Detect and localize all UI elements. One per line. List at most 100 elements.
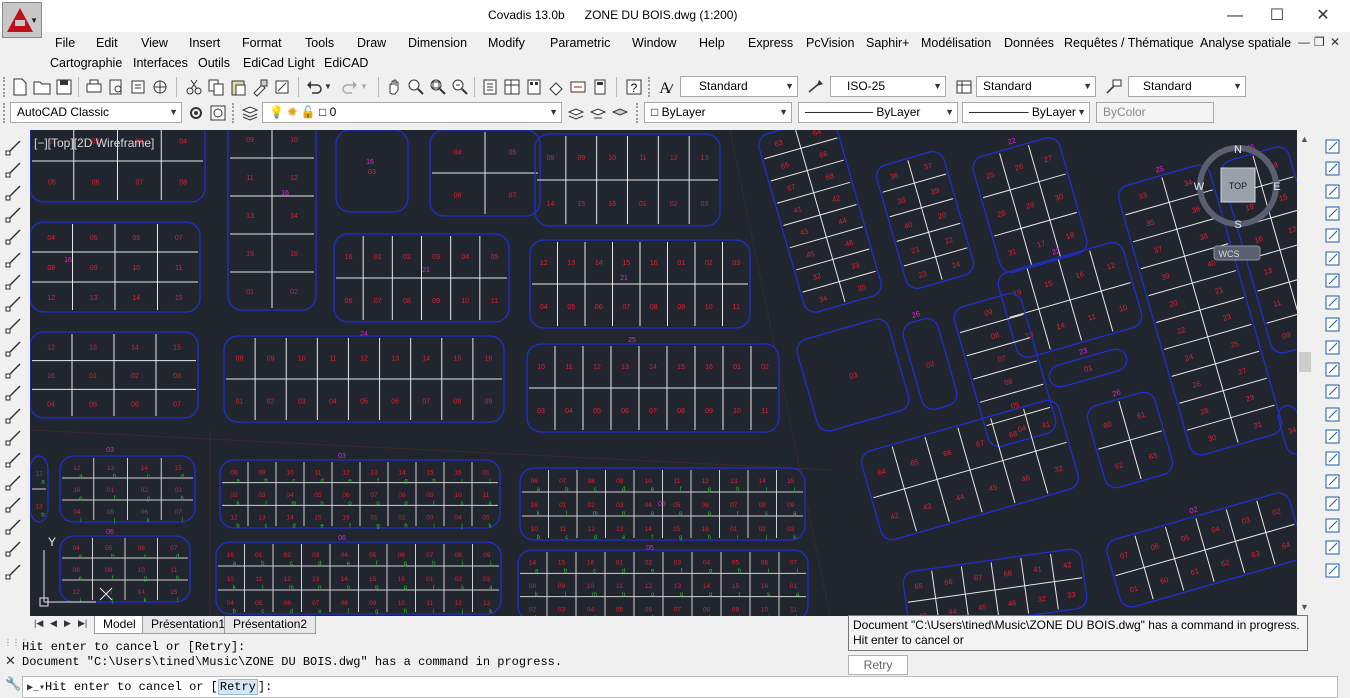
arc-icon[interactable] bbox=[3, 248, 25, 270]
doc-minimize-button[interactable]: — bbox=[1298, 35, 1310, 49]
tool-palettes-icon[interactable] bbox=[524, 77, 544, 97]
menu-interfaces[interactable]: Interfaces bbox=[133, 56, 188, 70]
paste-icon[interactable] bbox=[228, 77, 248, 97]
multileader-style-select[interactable]: Standard ▼ bbox=[1128, 76, 1246, 97]
region-icon[interactable] bbox=[3, 493, 25, 515]
rectangle-icon[interactable] bbox=[3, 225, 25, 247]
menu-draw[interactable]: Draw bbox=[357, 36, 386, 50]
close-icon[interactable]: ✕ bbox=[5, 653, 16, 669]
undo-icon[interactable] bbox=[304, 77, 324, 97]
table-style-select[interactable]: Standard ▼ bbox=[976, 76, 1096, 97]
circle-icon[interactable] bbox=[3, 270, 25, 292]
application-menu-button[interactable]: ▼ bbox=[2, 2, 42, 38]
design-center-icon[interactable] bbox=[502, 77, 522, 97]
workspace-select[interactable]: AutoCAD Classic ▼ bbox=[10, 102, 182, 123]
menu-parametric[interactable]: Parametric bbox=[550, 36, 610, 50]
pan-icon[interactable] bbox=[384, 77, 404, 97]
zoom-realtime-icon[interactable] bbox=[406, 77, 426, 97]
hatch-icon[interactable] bbox=[3, 448, 25, 470]
retry-button[interactable]: Retry bbox=[848, 655, 908, 675]
scroll-down-icon[interactable]: ▼ bbox=[1300, 602, 1309, 612]
close-button[interactable]: ✕ bbox=[1300, 4, 1346, 28]
block-editor-icon[interactable] bbox=[272, 77, 292, 97]
doc-close-button[interactable]: ✕ bbox=[1330, 35, 1340, 49]
properties-icon[interactable] bbox=[480, 77, 500, 97]
menu-analyse-spatiale[interactable]: Analyse spatiale bbox=[1200, 36, 1291, 50]
table-icon[interactable] bbox=[3, 515, 25, 537]
multileader-style-icon[interactable] bbox=[1104, 77, 1124, 97]
menu-view[interactable]: View bbox=[141, 36, 168, 50]
plot-icon[interactable] bbox=[84, 77, 104, 97]
menu-tools[interactable]: Tools bbox=[305, 36, 334, 50]
menu-help[interactable]: Help bbox=[699, 36, 725, 50]
fillet-icon[interactable] bbox=[1322, 448, 1344, 470]
layer-select[interactable]: 💡 ✺ 🔓 □ 0 ▼ bbox=[262, 102, 562, 123]
gear-icon[interactable] bbox=[186, 103, 206, 123]
redo-icon[interactable] bbox=[340, 77, 360, 97]
markup-icon[interactable] bbox=[568, 77, 588, 97]
help-icon[interactable]: ? bbox=[624, 77, 644, 97]
menu-modify[interactable]: Modify bbox=[488, 36, 525, 50]
make-current-layer-icon[interactable] bbox=[566, 103, 586, 123]
menu-cartographie[interactable]: Cartographie bbox=[50, 56, 122, 70]
offset-icon[interactable] bbox=[1322, 203, 1344, 225]
dimension-icon[interactable] bbox=[1322, 560, 1344, 582]
cut-icon[interactable] bbox=[184, 77, 204, 97]
publish-icon[interactable] bbox=[128, 77, 148, 97]
menu-window[interactable]: Window bbox=[632, 36, 676, 50]
menu-outils[interactable]: Outils bbox=[198, 56, 230, 70]
menu-format[interactable]: Format bbox=[242, 36, 282, 50]
vertical-scrollbar[interactable]: ▲ ▼ bbox=[1297, 130, 1313, 616]
line-icon[interactable] bbox=[3, 136, 25, 158]
menu-file[interactable]: File bbox=[55, 36, 75, 50]
tab-presentation2[interactable]: Présentation2 bbox=[224, 616, 317, 634]
break-icon[interactable] bbox=[1322, 381, 1344, 403]
menu-pcvision[interactable]: PcVision bbox=[806, 36, 854, 50]
quickcalc-icon[interactable] bbox=[590, 77, 610, 97]
first-tab-icon[interactable]: |◀ bbox=[34, 618, 43, 629]
erase-icon[interactable] bbox=[1322, 136, 1344, 158]
move-icon[interactable] bbox=[1322, 248, 1344, 270]
tab-model[interactable]: Model bbox=[94, 616, 145, 634]
drawing-viewport[interactable]: 01 02 03 04 05 06 07 08 09 10 11 12 13 14 15 16 01 02 16 03… bbox=[30, 130, 1297, 616]
group-icon[interactable] bbox=[1322, 515, 1344, 537]
lineweight-select[interactable]: ─────── ByLayer ▼ bbox=[962, 102, 1090, 123]
zoom-window-icon[interactable] bbox=[428, 77, 448, 97]
ellipse-icon[interactable] bbox=[3, 337, 25, 359]
menu-modelisation[interactable]: Modélisation bbox=[921, 36, 991, 50]
polyline-icon[interactable] bbox=[3, 181, 25, 203]
revision-cloud-icon[interactable] bbox=[3, 292, 25, 314]
text-style-icon[interactable]: A bbox=[656, 77, 676, 97]
scroll-up-icon[interactable]: ▲ bbox=[1300, 134, 1309, 144]
plot-preview-icon[interactable] bbox=[106, 77, 126, 97]
polygon-icon[interactable] bbox=[3, 203, 25, 225]
stretch-icon[interactable] bbox=[1322, 314, 1344, 336]
color-select[interactable]: □ ByLayer ▼ bbox=[644, 102, 792, 123]
gradient-icon[interactable] bbox=[3, 471, 25, 493]
sheet-set-icon[interactable] bbox=[546, 77, 566, 97]
ungroup-icon[interactable] bbox=[1322, 537, 1344, 559]
next-tab-icon[interactable]: ▶ bbox=[64, 618, 71, 629]
make-block-icon[interactable] bbox=[3, 404, 25, 426]
menu-dimension[interactable]: Dimension bbox=[408, 36, 467, 50]
scale-icon[interactable] bbox=[1322, 292, 1344, 314]
draworder-icon[interactable] bbox=[1322, 493, 1344, 515]
menu-requetes[interactable]: Requêtes / Thématique bbox=[1064, 36, 1194, 50]
mirror-icon[interactable] bbox=[1322, 181, 1344, 203]
minimize-button[interactable]: — bbox=[1212, 4, 1258, 28]
point-icon[interactable] bbox=[3, 426, 25, 448]
layer-properties-icon[interactable] bbox=[240, 103, 260, 123]
menu-insert[interactable]: Insert bbox=[189, 36, 220, 50]
menu-edit[interactable]: Edit bbox=[96, 36, 118, 50]
add-selected-icon[interactable] bbox=[3, 560, 25, 582]
chamfer-icon[interactable] bbox=[1322, 426, 1344, 448]
dimension-style-icon[interactable] bbox=[806, 77, 826, 97]
spline-icon[interactable] bbox=[3, 314, 25, 336]
retry-option[interactable]: Retry bbox=[217, 679, 258, 695]
menu-express[interactable]: Express bbox=[748, 36, 793, 50]
3d-dwf-icon[interactable] bbox=[150, 77, 170, 97]
linetype-select[interactable]: ──────── ByLayer ▼ bbox=[798, 102, 958, 123]
copy-icon[interactable] bbox=[206, 77, 226, 97]
doc-restore-button[interactable]: ❐ bbox=[1314, 35, 1325, 49]
layer-previous-icon[interactable] bbox=[588, 103, 608, 123]
